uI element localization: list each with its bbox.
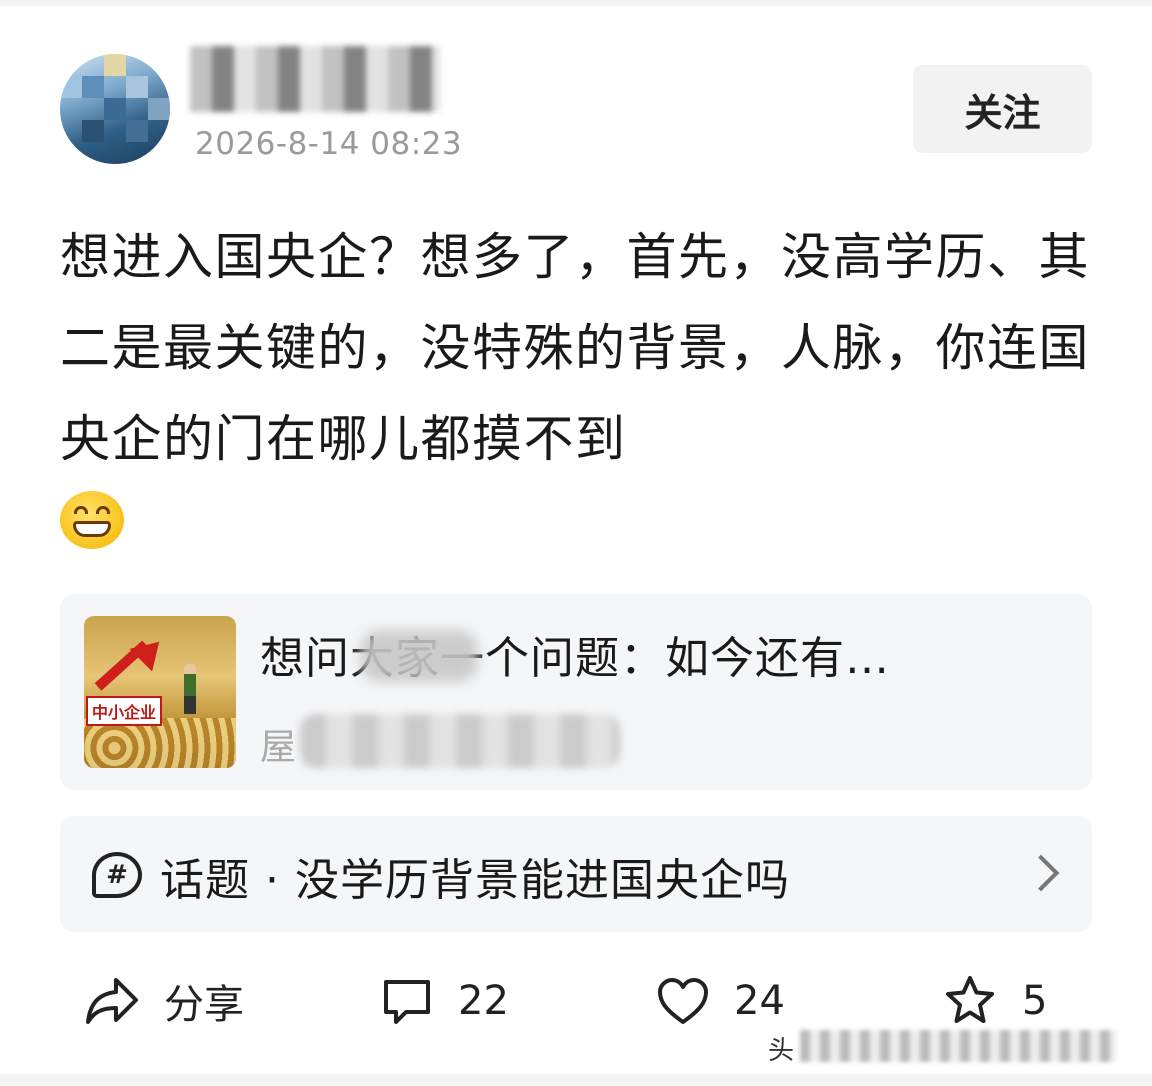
article-source: 屋 [260, 727, 297, 768]
comment-icon [384, 980, 430, 1024]
grinning-face-emoji-icon [60, 491, 124, 549]
person-figure-icon [184, 664, 196, 714]
share-label: 分享 [164, 982, 244, 1028]
post-timestamp: 2026-8-14 08:23 [195, 126, 463, 162]
comment-button[interactable]: 22 [380, 966, 509, 1036]
article-title-blur [360, 630, 478, 682]
article-source-blur [300, 714, 620, 768]
favorite-count: 5 [1022, 978, 1048, 1024]
star-icon [946, 976, 994, 1023]
like-button[interactable]: 24 [656, 966, 785, 1036]
share-icon [86, 978, 138, 1024]
share-button[interactable]: 分享 [84, 966, 244, 1036]
follow-button[interactable]: 关注 [913, 65, 1092, 153]
like-count: 24 [734, 978, 785, 1024]
author-name-mosaic [190, 46, 440, 112]
post-text: 想进入国央企？想多了，首先，没高学历、其二是最关键的，没特殊的背景，人脉，你连国… [60, 228, 1090, 468]
thumbnail-label: 中小企业 [86, 696, 163, 726]
comment-count: 22 [458, 978, 509, 1024]
heart-icon [658, 978, 708, 1024]
topic-link[interactable]: # 话题 · 没学历背景能进国央企吗 [60, 816, 1092, 932]
action-bar: 分享 22 24 5 [0, 966, 1152, 1036]
post-card: 2026-8-14 08:23 关注 想进入国央企？想多了，首先，没高学历、其二… [0, 6, 1152, 1074]
favorite-button[interactable]: 5 [942, 966, 1047, 1036]
watermark-blur [800, 1030, 1116, 1062]
topic-text: 话题 · 没学历背景能进国央企吗 [160, 855, 790, 906]
linked-article-card[interactable]: 中小企业 想问大家一个问题：如今还有… 屋 [60, 594, 1092, 790]
article-thumbnail: 中小企业 [84, 616, 236, 768]
hashtag-bubble-icon: # [92, 852, 142, 898]
author-avatar[interactable] [60, 54, 170, 164]
chevron-right-icon [1022, 854, 1060, 892]
